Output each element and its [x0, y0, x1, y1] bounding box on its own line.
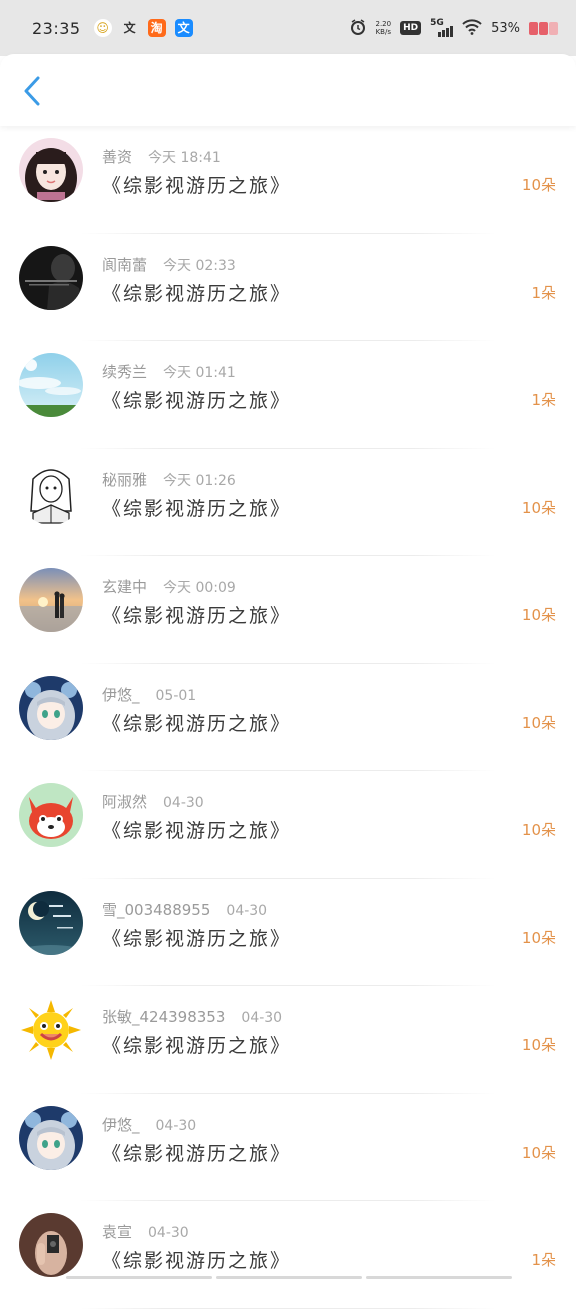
gift-time: 04-30 — [226, 903, 267, 919]
emoji-face-icon: ☺ — [94, 19, 112, 37]
gift-meta: 秘丽雅今天 01:26 — [102, 469, 236, 490]
flower-amount: 10朵 — [522, 1142, 556, 1163]
gift-list-item[interactable]: 秘丽雅今天 01:26 《综影视游历之旅》 10朵 — [0, 449, 576, 557]
gift-list-item[interactable]: 玄建中今天 00:09 《综影视游历之旅》 10朵 — [0, 556, 576, 664]
flower-amount: 10朵 — [522, 819, 556, 840]
gift-time: 今天 02:33 — [163, 255, 236, 275]
avatar[interactable] — [19, 1213, 83, 1277]
gift-time: 04-30 — [163, 795, 204, 811]
flower-amount: 1朵 — [531, 1249, 556, 1270]
gift-list-item[interactable]: 雪_003488955 04-30 《综影视游历之旅》 10朵 — [0, 879, 576, 987]
scroll-indicator — [66, 1276, 512, 1279]
avatar[interactable] — [19, 138, 83, 202]
alarm-icon — [350, 19, 366, 38]
status-time: 23:35 — [32, 19, 81, 38]
book-title: 《综影视游历之旅》 — [102, 1031, 291, 1058]
flower-amount: 10朵 — [522, 604, 556, 625]
gift-time: 04-30 — [241, 1010, 282, 1026]
gift-time: 今天 18:41 — [148, 147, 221, 167]
gift-list-item[interactable]: 阆南蕾今天 02:33 《综影视游历之旅》 1朵 — [0, 234, 576, 342]
gift-time: 今天 01:26 — [163, 470, 236, 490]
gift-list-item[interactable]: 张敏_424398353 04-30 《综影视游历之旅》 10朵 — [0, 986, 576, 1094]
signal-5g-icon: 5G — [430, 19, 453, 37]
user-name: 阆南蕾 — [102, 254, 147, 275]
avatar[interactable] — [19, 783, 83, 847]
avatar[interactable] — [19, 568, 83, 632]
book-title: 《综影视游历之旅》 — [102, 816, 291, 843]
divider — [80, 1308, 496, 1309]
gift-list: 善资今天 18:41《综影视游历之旅》10朵阆南蕾今天 02:33《综影视游历之… — [0, 126, 576, 1309]
avatar[interactable] — [19, 998, 83, 1062]
gift-list-item[interactable]: 伊悠_ 05-01 《综影视游历之旅》 10朵 — [0, 664, 576, 772]
gift-time: 04-30 — [148, 1225, 189, 1241]
gift-meta: 伊悠_ 04-30 — [102, 1114, 196, 1135]
gift-meta: 袁宣 04-30 — [102, 1221, 189, 1242]
gift-list-item[interactable]: 袁宣 04-30 《综影视游历之旅》 1朵 — [0, 1201, 576, 1309]
wen-blue-icon: 文 — [175, 19, 193, 37]
flower-amount: 10朵 — [522, 712, 556, 733]
gift-time: 04-30 — [156, 1118, 197, 1134]
gift-list-item[interactable]: 续秀兰今天 01:41 《综影视游历之旅》 1朵 — [0, 341, 576, 449]
wen-icon: 文 — [121, 19, 139, 37]
book-title: 《综影视游历之旅》 — [102, 1246, 291, 1273]
gift-meta: 阿淑然 04-30 — [102, 791, 204, 812]
gift-time: 今天 00:09 — [163, 577, 236, 597]
avatar[interactable] — [19, 676, 83, 740]
gift-meta: 伊悠_ 05-01 — [102, 684, 196, 705]
flower-amount: 10朵 — [522, 497, 556, 518]
user-name: 伊悠_ — [102, 684, 140, 705]
battery-icon — [529, 22, 558, 35]
back-button[interactable] — [18, 76, 46, 106]
gift-meta: 善资今天 18:41 — [102, 146, 221, 167]
user-name: 玄建中 — [102, 576, 147, 597]
chevron-left-icon — [23, 76, 41, 106]
top-nav-bar — [0, 54, 576, 126]
hd-badge: HD — [400, 21, 421, 35]
gift-meta: 张敏_424398353 04-30 — [102, 1006, 282, 1027]
book-title: 《综影视游历之旅》 — [102, 386, 291, 413]
gift-list-item[interactable]: 伊悠_ 04-30 《综影视游历之旅》 10朵 — [0, 1094, 576, 1202]
battery-percent: 53% — [491, 21, 520, 36]
user-name: 续秀兰 — [102, 361, 147, 382]
flower-amount: 1朵 — [531, 282, 556, 303]
gift-meta: 阆南蕾今天 02:33 — [102, 254, 236, 275]
gift-list-item[interactable]: 善资今天 18:41 《综影视游历之旅》 10朵 — [0, 126, 576, 234]
avatar[interactable] — [19, 461, 83, 525]
user-name: 秘丽雅 — [102, 469, 147, 490]
book-title: 《综影视游历之旅》 — [102, 601, 291, 628]
user-name: 伊悠_ — [102, 1114, 140, 1135]
wifi-icon — [462, 19, 482, 38]
avatar[interactable] — [19, 353, 83, 417]
user-name: 张敏_424398353 — [102, 1006, 225, 1027]
book-title: 《综影视游历之旅》 — [102, 171, 291, 198]
user-name: 袁宣 — [102, 1221, 132, 1242]
avatar[interactable] — [19, 1106, 83, 1170]
taobao-icon: 淘 — [148, 19, 166, 37]
status-bar: 23:35 ☺ 文 淘 文 2.20 KB/s HD 5G 53% — [0, 0, 576, 56]
gift-time: 今天 01:41 — [163, 362, 236, 382]
user-name: 阿淑然 — [102, 791, 147, 812]
flower-amount: 1朵 — [531, 389, 556, 410]
flower-amount: 10朵 — [522, 174, 556, 195]
gift-meta: 雪_003488955 04-30 — [102, 899, 267, 920]
book-title: 《综影视游历之旅》 — [102, 279, 291, 306]
gift-list-item[interactable]: 阿淑然 04-30 《综影视游历之旅》 10朵 — [0, 771, 576, 879]
avatar[interactable] — [19, 246, 83, 310]
book-title: 《综影视游历之旅》 — [102, 709, 291, 736]
user-name: 雪_003488955 — [102, 899, 210, 920]
user-name: 善资 — [102, 146, 132, 167]
network-speed: 2.20 KB/s — [375, 20, 391, 36]
gift-meta: 续秀兰今天 01:41 — [102, 361, 236, 382]
avatar[interactable] — [19, 891, 83, 955]
book-title: 《综影视游历之旅》 — [102, 1139, 291, 1166]
gift-time: 05-01 — [156, 688, 197, 704]
book-title: 《综影视游历之旅》 — [102, 494, 291, 521]
book-title: 《综影视游历之旅》 — [102, 924, 291, 951]
flower-amount: 10朵 — [522, 1034, 556, 1055]
flower-amount: 10朵 — [522, 927, 556, 948]
gift-meta: 玄建中今天 00:09 — [102, 576, 236, 597]
